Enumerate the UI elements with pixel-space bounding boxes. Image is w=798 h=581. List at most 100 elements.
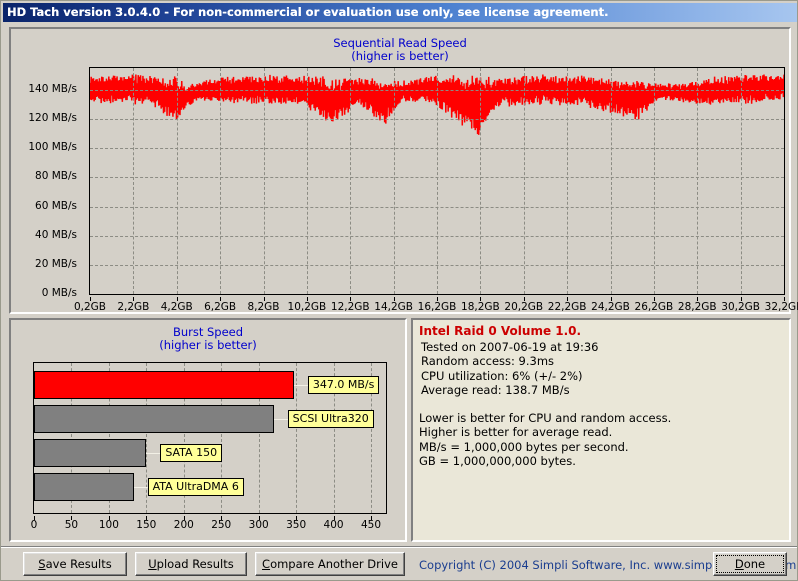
drive-name: Intel Raid 0 Volume 1.0.: [419, 324, 582, 338]
burst-x-axis: 0 50 100 150 200 250 300 350 400 450: [11, 516, 409, 534]
upload-accel: U: [148, 557, 157, 571]
burst-title-line2: (higher is better): [159, 338, 257, 352]
sequential-gridline-v: [393, 68, 395, 294]
average-read: Average read: 138.7 MB/s: [421, 383, 570, 397]
sequential-x-tick-label: 28,2GB: [677, 301, 717, 313]
burst-x-tick-label: 200: [173, 519, 194, 531]
burst-bar: [34, 473, 134, 501]
window-titlebar: HD Tach version 3.0.4.0 - For non-commer…: [3, 3, 797, 22]
sequential-x-tick-label: 22,2GB: [547, 301, 587, 313]
sequential-x-tick-label: 14,2GB: [374, 301, 413, 313]
sequential-x-tick-label: 6,2GB: [204, 301, 237, 313]
sequential-read-plot: [89, 67, 785, 295]
sequential-gridline-v: [697, 68, 699, 294]
sequential-x-tick-label: 32,2GB: [764, 301, 798, 313]
burst-x-tick-label: 250: [211, 519, 232, 531]
compare-label: ompare Another Drive: [270, 557, 398, 571]
sequential-x-tick-label: 30,2GB: [721, 301, 760, 313]
sequential-y-axis: 0 MB/s 20 MB/s 40 MB/s 60 MB/s 80 MB/s 100 MB…: [11, 67, 83, 299]
upload-results-button[interactable]: Upload Results: [135, 552, 247, 576]
sequential-gridline-v: [523, 68, 525, 294]
done-accel: D: [734, 557, 744, 571]
burst-bar: [34, 439, 147, 467]
burst-speed-panel: Burst Speed (higher is better) 347.0 MB/…: [9, 318, 407, 542]
cpu-utilization: CPU utilization: 6% (+/- 2%): [421, 368, 583, 383]
hd-tach-window: HD Tach version 3.0.4.0 - For non-commer…: [0, 0, 798, 581]
sequential-x-tick-label: 10,2GB: [287, 301, 327, 313]
burst-bar-label: 347.0 MB/s: [307, 376, 380, 394]
burst-x-tick-label: 0: [30, 519, 38, 531]
burst-x-tick-label: 100: [98, 519, 119, 531]
sequential-gridline-v: [567, 68, 569, 294]
sequential-gridline-v: [740, 68, 742, 294]
sequential-gridline-v: [176, 68, 178, 294]
sequential-y-tick-label: 20 MB/s: [35, 257, 77, 270]
sequential-y-tick-label: 40 MB/s: [35, 228, 77, 241]
sequential-x-tick-label: 2,2GB: [117, 301, 150, 313]
burst-chart-title: Burst Speed (higher is better): [11, 326, 405, 352]
info-note-read: Higher is better for average read.: [419, 425, 613, 439]
save-results-button[interactable]: Save Results: [23, 552, 127, 576]
sequential-gridline-v: [350, 68, 352, 294]
save-label: ave Results: [45, 557, 112, 571]
burst-leader-line: [133, 487, 148, 488]
drive-info-panel: Intel Raid 0 Volume 1.0. Tested on 2007-…: [411, 318, 791, 542]
sequential-gridline-v: [220, 68, 222, 294]
sequential-x-tick-label: 16,2GB: [417, 301, 457, 313]
sequential-gridline-v: [263, 68, 265, 294]
burst-leader-line: [273, 419, 288, 420]
sequential-gridline-v: [306, 68, 308, 294]
sequential-gridline-v: [610, 68, 612, 294]
sequential-y-tick-label: 60 MB/s: [35, 199, 77, 212]
done-button[interactable]: Done: [713, 552, 787, 576]
burst-bar: [34, 371, 294, 399]
tested-on: Tested on 2007-06-19 at 19:36: [421, 339, 599, 354]
sequential-y-tick-label: 140 MB/s: [28, 82, 77, 95]
burst-leader-line: [293, 385, 308, 386]
random-access: Random access: 9.3ms: [421, 354, 555, 368]
sequential-y-tick-label: 80 MB/s: [35, 170, 77, 183]
save-accel: S: [38, 557, 46, 571]
burst-x-tick-label: 150: [136, 519, 157, 531]
sequential-x-axis: 0,2GB 2,2GB 4,2GB 6,2GB 8,2GB 10,2GB 12,2GB 14,…: [11, 297, 798, 317]
sequential-title-line2: (higher is better): [351, 49, 449, 63]
upload-label: pload Results: [156, 557, 234, 571]
sequential-x-tick-label: 26,2GB: [634, 301, 674, 313]
sequential-x-tick-label: 8,2GB: [247, 301, 280, 313]
bottom-separator: [1, 546, 797, 548]
compare-another-drive-button[interactable]: Compare Another Drive: [255, 552, 405, 576]
sequential-read-panel: Sequential Read Speed (higher is better)…: [9, 27, 798, 317]
sequential-x-tick-label: 18,2GB: [461, 301, 500, 313]
done-label: one: [743, 557, 766, 571]
burst-x-tick-label: 50: [64, 519, 79, 531]
burst-leader-line: [146, 453, 161, 454]
sequential-x-tick-label: 4,2GB: [160, 301, 193, 313]
sequential-x-tick-label: 24,2GB: [591, 301, 630, 313]
sequential-x-tick-label: 0,2GB: [73, 301, 107, 313]
sequential-gridline-v: [784, 68, 785, 294]
burst-x-tick-label: 300: [248, 519, 269, 531]
window-title-text: HD Tach version 3.0.4.0 - For non-commer…: [7, 5, 609, 19]
burst-bar-label: SCSI Ultra320: [287, 410, 374, 428]
sequential-y-tick-label: 120 MB/s: [28, 112, 77, 125]
sequential-chart-title: Sequential Read Speed (higher is better): [11, 37, 789, 63]
sequential-gridline-v: [437, 68, 438, 294]
burst-bar: [34, 405, 274, 433]
burst-x-tick-label: 400: [323, 519, 344, 531]
burst-x-tick-label: 350: [286, 519, 307, 531]
sequential-gridline-v: [480, 68, 482, 294]
sequential-gridline-v: [653, 68, 655, 294]
burst-bar-label: ATA UltraDMA 6: [147, 478, 244, 496]
burst-x-tick-label: 450: [360, 519, 382, 531]
info-note-cpu: Lower is better for CPU and random acces…: [419, 410, 672, 425]
copyright-text: Copyright (C) 2004 Simpli Software, Inc.…: [419, 558, 797, 572]
sequential-gridline-v: [133, 68, 135, 294]
info-note-gb: GB = 1,000,000,000 bytes.: [419, 454, 576, 468]
compare-accel: C: [262, 557, 271, 571]
burst-bar-label: SATA 150: [160, 444, 223, 462]
sequential-x-tick-label: 20,2GB: [504, 301, 544, 313]
sequential-y-tick-label: 100 MB/s: [28, 141, 77, 154]
sequential-x-tick-label: 12,2GB: [330, 301, 370, 313]
info-note-mbs: MB/s = 1,000,000 bytes per second.: [419, 439, 629, 454]
